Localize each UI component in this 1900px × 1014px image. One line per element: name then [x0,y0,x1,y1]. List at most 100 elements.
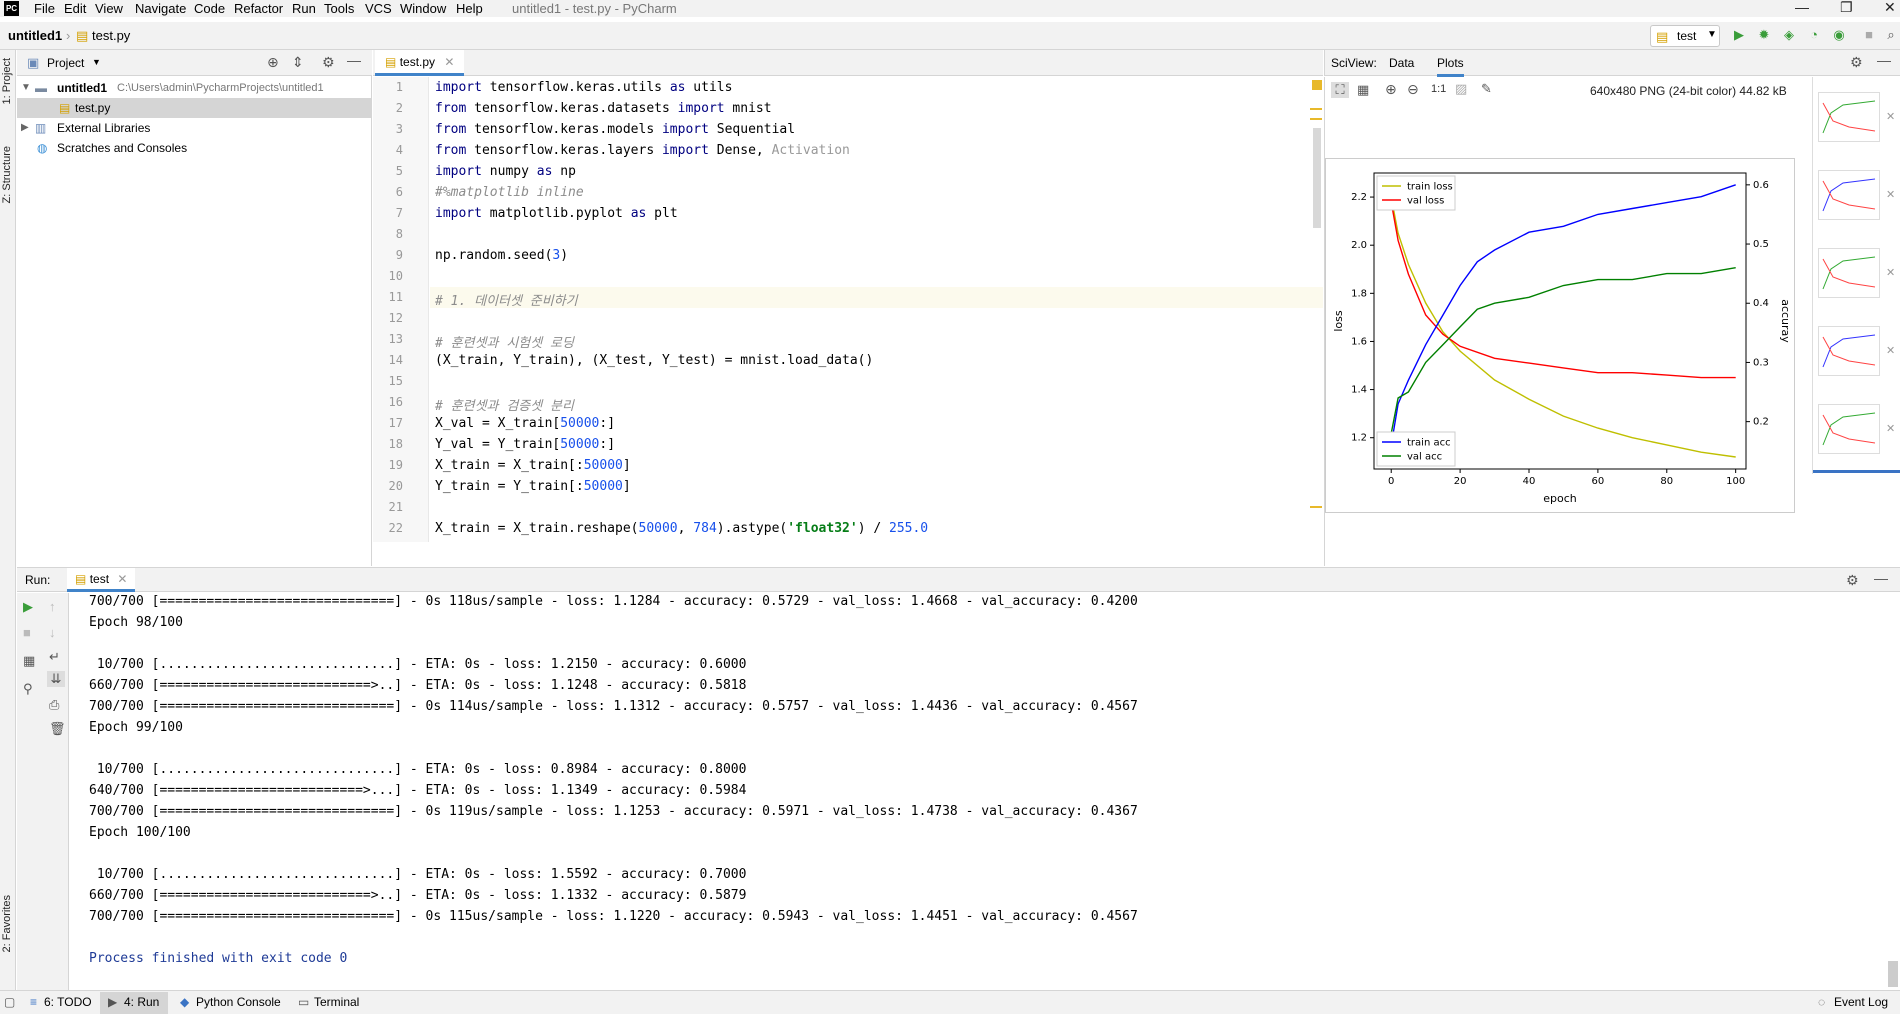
fit-icon[interactable]: ⛶ [1331,82,1349,98]
tab-data[interactable]: Data [1389,56,1414,70]
tab-structure[interactable]: Z: Structure [1,146,13,203]
warning-stripe[interactable] [1310,506,1322,508]
run-config-selector[interactable]: ▤ test ▼ [1650,25,1720,47]
zoom-out-icon[interactable]: ⊖ [1407,81,1419,98]
tree-item-scratches[interactable]: ◍ Scratches and Consoles [17,138,372,158]
soft-wrap-icon[interactable]: ↵ [49,649,60,665]
code-line[interactable]: X_train = X_train.reshape(50000, 784).as… [435,521,928,542]
toggle-toolwindows-icon[interactable]: ▢ [4,995,15,1009]
tree-item-file[interactable]: ▤ test.py [17,98,372,118]
close-tab-icon[interactable]: ✕ [117,572,127,586]
close-tab-icon[interactable]: ✕ [444,55,454,69]
close-thumbnail-icon[interactable]: ✕ [1886,266,1895,279]
down-arrow-icon[interactable]: ↓ [49,625,56,640]
code-line[interactable]: (X_train, Y_train), (X_test, Y_test) = m… [435,353,873,374]
tab-event-log[interactable]: Event Log [1834,995,1888,1009]
tab-todo[interactable]: 6: TODO [44,995,92,1009]
breadcrumb-project[interactable]: untitled1 [8,28,62,43]
restore-icon[interactable]: ❐ [1840,0,1853,16]
tab-run[interactable]: 4: Run [124,995,159,1009]
code-line[interactable]: import tensorflow.keras.utils as utils [435,80,732,101]
scroll-thumb[interactable] [1313,128,1321,228]
print-icon[interactable]: ⎙ [49,697,59,713]
locate-icon[interactable]: ⊕ [267,54,279,71]
menu-refactor[interactable]: Refactor [234,1,283,16]
console-scroll-thumb[interactable] [1888,961,1898,987]
console-output[interactable]: 700/700 [==============================]… [89,593,1889,991]
zoom-in-icon[interactable]: ⊕ [1385,81,1397,98]
plot-thumbnail[interactable] [1818,92,1880,142]
expand-icon[interactable]: ▼ [21,78,31,98]
tab-test-py[interactable]: ▤ test.py ✕ [375,50,465,76]
code-line[interactable]: import matplotlib.pyplot as plt [435,206,678,227]
collapse-all-icon[interactable]: ⇕ [292,54,304,71]
menu-code[interactable]: Code [194,1,225,16]
menu-window[interactable]: Window [400,1,446,16]
code-line[interactable]: X_train = X_train[:50000] [435,458,631,479]
tree-item-external-libraries[interactable]: ▶ ▥ External Libraries [17,118,372,138]
menu-view[interactable]: View [95,1,123,16]
close-thumbnail-icon[interactable]: ✕ [1886,422,1895,435]
menu-navigate[interactable]: Navigate [135,1,186,16]
warning-stripe[interactable] [1310,118,1322,120]
close-thumbnail-icon[interactable]: ✕ [1886,344,1895,357]
code-line[interactable]: from tensorflow.keras.datasets import mn… [435,101,772,122]
grid-icon[interactable]: ▦ [1357,82,1369,98]
tab-project[interactable]: 1: Project [1,58,13,104]
code-line[interactable]: Y_val = Y_train[50000:] [435,437,615,458]
layout-icon[interactable]: ▦ [23,653,35,669]
menu-run[interactable]: Run [292,1,316,16]
hide-panel-icon[interactable]: — [1874,570,1888,586]
tab-python-console[interactable]: Python Console [196,995,281,1009]
concurrency-icon[interactable]: ◉ [1830,26,1848,44]
warning-stripe[interactable] [1310,108,1322,110]
coverage-icon[interactable]: ◈ [1780,26,1798,44]
code-line[interactable]: Y_train = Y_train[:50000] [435,479,631,500]
breadcrumb-file[interactable]: test.py [92,28,130,43]
stop-icon[interactable]: ■ [23,625,31,640]
pin-icon[interactable]: ⚲ [23,681,33,697]
menu-tools[interactable]: Tools [324,1,354,16]
debug-icon[interactable]: ✹ [1755,26,1773,44]
chevron-down-icon[interactable]: ▼ [92,57,101,67]
editor-scrollbar[interactable] [1310,78,1322,538]
code-line[interactable]: from tensorflow.keras.layers import Dens… [435,143,850,164]
code-line[interactable]: # 1. 데이터셋 준비하기 [435,290,578,311]
rerun-icon[interactable]: ▶ [23,599,33,615]
code-line[interactable]: import numpy as np [435,164,576,185]
gear-icon[interactable]: ⚙ [322,54,335,71]
hide-panel-icon[interactable]: — [1877,52,1891,68]
run-icon[interactable]: ▶ [1730,26,1748,44]
profile-icon[interactable]: ◔ [1805,26,1823,44]
plot-thumbnail[interactable] [1818,248,1880,298]
menu-vcs[interactable]: VCS [365,1,392,16]
color-picker-icon[interactable]: ✎ [1481,81,1492,97]
expand-icon[interactable]: ▶ [21,118,29,138]
menu-file[interactable]: File [34,1,55,16]
menu-edit[interactable]: Edit [64,1,86,16]
plot-thumbnail[interactable] [1818,170,1880,220]
actual-size-button[interactable]: 1:1 [1431,83,1446,95]
code-line[interactable]: # 훈련셋과 시험셋 로딩 [435,332,574,353]
close-thumbnail-icon[interactable]: ✕ [1886,110,1895,123]
tab-favorites[interactable]: 2: Favorites [1,895,13,952]
background-icon[interactable]: ▨ [1455,81,1467,97]
code-editor[interactable]: import tensorflow.keras.utils as utils fr… [430,77,1323,542]
code-line[interactable]: X_val = X_train[50000:] [435,416,615,437]
tree-item-root[interactable]: ▼ ▬ untitled1 C:\Users\admin\PycharmProj… [17,78,372,98]
minimize-icon[interactable]: — [1795,0,1809,15]
gear-icon[interactable]: ⚙ [1846,572,1859,589]
code-line[interactable]: #%matplotlib inline [435,185,584,206]
plot-thumbnail[interactable] [1818,404,1880,454]
plot-thumbnail[interactable] [1818,326,1880,376]
warning-marker-icon[interactable] [1312,80,1322,90]
hide-panel-icon[interactable]: — [347,52,361,68]
run-tab-test[interactable]: ▤ test ✕ [67,568,136,592]
tab-plots[interactable]: Plots [1437,56,1464,77]
close-icon[interactable]: ✕ [1884,0,1896,16]
code-line[interactable]: # 훈련셋과 검증셋 분리 [435,395,574,416]
stop-icon[interactable]: ■ [1860,26,1878,44]
menu-help[interactable]: Help [456,1,483,16]
up-arrow-icon[interactable]: ↑ [49,599,56,614]
trash-icon[interactable]: 🗑 [49,721,66,737]
